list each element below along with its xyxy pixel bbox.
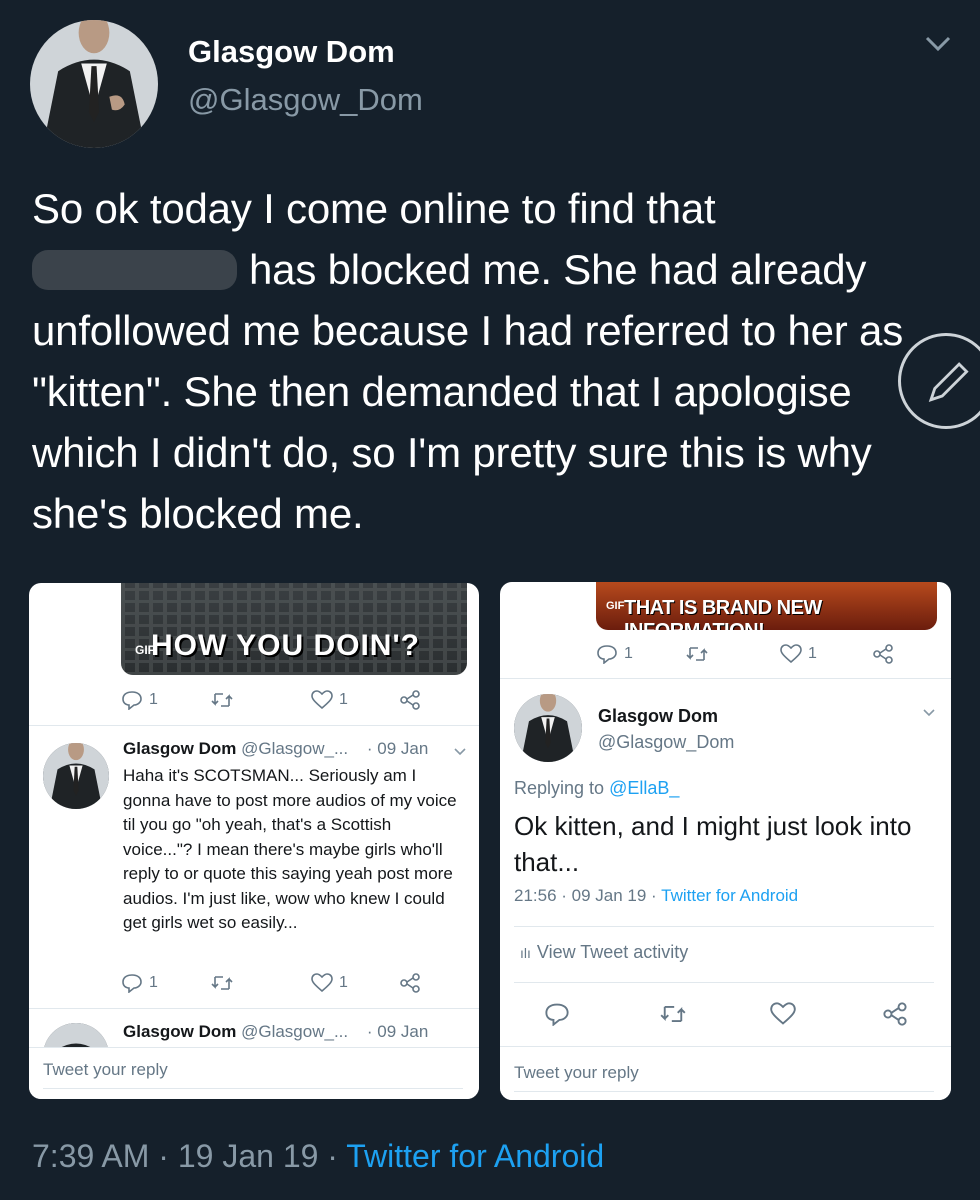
heart-icon[interactable]: [770, 1002, 796, 1026]
like-count-2: 1: [339, 974, 348, 991]
tweet-source[interactable]: Twitter for Android: [661, 886, 798, 905]
tweet-text: So ok today I come online to find that h…: [32, 178, 932, 544]
chevron-down-icon[interactable]: [453, 747, 467, 757]
tweet-source-link[interactable]: Twitter for Android: [346, 1138, 604, 1174]
reply-icon[interactable]: [544, 1002, 570, 1026]
user-handle: @Glasgow_Dom: [188, 82, 423, 117]
reply-input-placeholder[interactable]: Tweet your reply: [43, 1060, 168, 1080]
like-count: 1: [339, 691, 348, 708]
tweet-line-2: has blocked me. She had already: [32, 239, 932, 300]
retweet-action[interactable]: [211, 690, 239, 710]
avatar-image: [30, 20, 158, 148]
reply-count: 1: [149, 691, 158, 708]
like-action-2[interactable]: 1: [311, 973, 348, 993]
reply-handle: @Glasgow_...: [241, 739, 349, 758]
separator: ·: [149, 1138, 178, 1174]
pencil-icon: [928, 362, 969, 402]
replying-label: Replying to: [514, 778, 605, 798]
edit-fab-button[interactable]: [898, 333, 980, 429]
chevron-down-icon[interactable]: [922, 708, 936, 718]
reply-icon: [122, 974, 142, 993]
tweet-footer-meta: 7:39 AM · 19 Jan 19 · Twitter for Androi…: [32, 1138, 604, 1175]
tweet-line-1: So ok today I come online to find that: [32, 185, 716, 232]
retweet-icon: [686, 647, 708, 661]
tweet-avatar[interactable]: [514, 694, 582, 762]
reply-action-2[interactable]: 1: [121, 973, 158, 993]
share-action[interactable]: [872, 644, 900, 664]
tweet-handle: @Glasgow_Dom: [598, 732, 735, 752]
display-name[interactable]: Glasgow Dom: [188, 34, 395, 70]
reply-composer[interactable]: Tweet your reply: [500, 1046, 951, 1100]
like-action[interactable]: 1: [780, 644, 817, 664]
view-tweet-activity[interactable]: ılı View Tweet activity: [520, 942, 688, 963]
profile-avatar[interactable]: [30, 20, 158, 148]
screenshot-right: GIF THAT IS BRAND NEW INFORMATION! 1 1 G…: [500, 582, 951, 1100]
gif-caption: HOW YOU DOIN'?: [151, 629, 420, 662]
tweet-time: 7:39 AM: [32, 1138, 150, 1174]
reply-icon: [122, 691, 142, 710]
share-icon[interactable]: [882, 1002, 908, 1026]
reply-action[interactable]: 1: [596, 644, 633, 664]
tweet-name[interactable]: Glasgow Dom: [598, 706, 718, 727]
reply-count: 1: [624, 645, 633, 662]
next-reply-handle: @Glasgow_...: [241, 1022, 349, 1041]
next-reply-date: · 09 Jan: [366, 1022, 429, 1041]
avatar-image: [514, 694, 582, 762]
replying-mention[interactable]: @EllaB_: [609, 778, 679, 798]
reply-name[interactable]: Glasgow Dom: [123, 739, 236, 758]
screenshot-left: GIF HOW YOU DOIN'? 1 1 Glasgow Dom @Glas…: [29, 583, 479, 1099]
heart-icon: [311, 973, 333, 993]
reply-count-2: 1: [149, 974, 158, 991]
tweet-rest: unfollowed me because I had referred to …: [32, 307, 903, 537]
tweet-date: 19 Jan 19: [177, 1138, 319, 1174]
tweet-line-2-text: has blocked me. She had already: [249, 246, 867, 293]
reply-date: · 09 Jan: [366, 739, 429, 758]
reply-action[interactable]: 1: [121, 690, 158, 710]
separator: ·: [318, 1138, 347, 1174]
gif-brand-new-information[interactable]: GIF THAT IS BRAND NEW INFORMATION!: [596, 582, 937, 630]
gif-badge: GIF: [606, 600, 625, 612]
share-action-2[interactable]: [399, 973, 427, 993]
reply-composer[interactable]: Tweet your reply: [29, 1047, 479, 1099]
retweet-icon: [211, 976, 233, 990]
gif-how-you-doin[interactable]: GIF HOW YOU DOIN'?: [121, 583, 467, 675]
gif-caption: THAT IS BRAND NEW INFORMATION!: [624, 597, 822, 630]
reply-icon: [597, 645, 617, 664]
reply-text: Haha it's SCOTSMAN... Seriously am I gon…: [123, 766, 457, 932]
retweet-icon[interactable]: [660, 1002, 686, 1026]
heart-icon: [780, 644, 802, 664]
reply-input-placeholder[interactable]: Tweet your reply: [514, 1063, 639, 1083]
activity-label: View Tweet activity: [536, 942, 689, 962]
replying-to: Replying to @EllaB_: [514, 778, 679, 799]
share-icon: [400, 690, 420, 710]
retweet-action-2[interactable]: [211, 973, 239, 993]
retweet-action[interactable]: [686, 644, 714, 664]
next-reply-name[interactable]: Glasgow Dom: [123, 1022, 236, 1041]
like-count: 1: [808, 645, 817, 662]
tweet-time: 21:56 · 09 Jan 19 ·: [514, 886, 662, 905]
tweet-text: Ok kitten, and I might just look into th…: [514, 811, 912, 877]
reply-header: Glasgow Dom @Glasgow_... · 09 Jan: [123, 739, 428, 759]
activity-icon: ılı: [520, 945, 531, 961]
redacted-mention: [32, 250, 237, 290]
reply-avatar[interactable]: [43, 743, 109, 809]
chevron-down-icon[interactable]: [923, 32, 953, 56]
tweet-meta: 21:56 · 09 Jan 19 · Twitter for Android: [514, 886, 798, 906]
next-reply-header: Glasgow Dom @Glasgow_... · 09 Jan: [123, 1022, 428, 1042]
heart-icon: [311, 690, 333, 710]
like-action[interactable]: 1: [311, 690, 348, 710]
retweet-icon: [211, 693, 233, 707]
avatar-image: [43, 743, 109, 809]
share-action[interactable]: [399, 690, 427, 710]
share-icon: [400, 973, 420, 993]
share-icon: [873, 644, 893, 664]
